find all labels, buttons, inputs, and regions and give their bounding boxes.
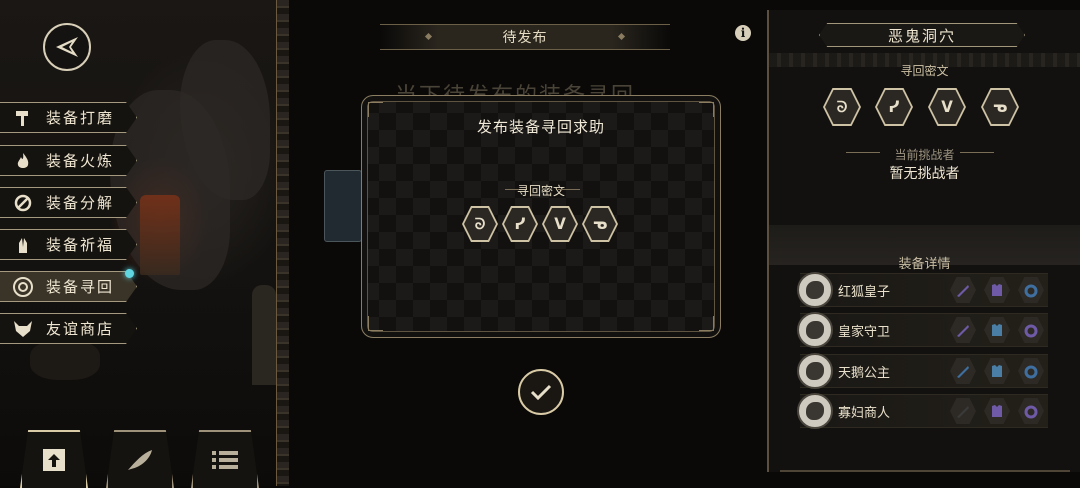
panel-divider <box>276 0 290 486</box>
menu-item-label: 装备寻回 <box>46 278 115 296</box>
feather-icon <box>128 450 152 470</box>
cipher-rune-1[interactable]: ᘐ <box>462 206 498 242</box>
frame-corner <box>699 102 714 117</box>
pending-banner: 待发布 <box>380 24 670 50</box>
checkmark-icon <box>530 384 552 401</box>
menu-item-disassemble[interactable]: 装备分解 <box>0 187 137 218</box>
cipher-rune-3[interactable]: ᐯ <box>542 206 578 242</box>
character-figure <box>252 285 276 385</box>
cipher-rune-2[interactable]: ᓯ <box>502 206 538 242</box>
target-icon <box>10 274 36 300</box>
fox-icon <box>10 316 36 342</box>
list-tab-button[interactable] <box>191 430 259 488</box>
info-icon[interactable]: i <box>735 25 751 41</box>
armor-slot-icon[interactable] <box>984 317 1010 343</box>
pending-label: 待发布 <box>502 30 548 46</box>
publish-modal: 发布装备寻回求助 寻回密文 ᘐ ᓯ ᐯ ᓀ <box>361 95 721 338</box>
menu-item-friend-shop[interactable]: 友谊商店 <box>0 313 137 344</box>
character-name: 红狐皇子 <box>838 285 891 300</box>
modal-cipher-label: 寻回密文 <box>516 184 565 198</box>
avatar <box>797 272 833 308</box>
break-icon <box>10 190 36 216</box>
menu-item-label: 装备打磨 <box>46 109 115 127</box>
divider-line <box>558 189 580 190</box>
equipment-row[interactable]: 天鹅公主 <box>797 353 1048 389</box>
character-name: 寡妇商人 <box>838 406 891 421</box>
panel-frame-bottom <box>780 430 1070 472</box>
menu-item-label: 装备分解 <box>46 194 115 212</box>
avatar <box>797 353 833 389</box>
menu-item-bless[interactable]: 装备祈福 <box>0 229 137 260</box>
rune-glyph: ᐯ <box>544 208 576 240</box>
feather-tab-button[interactable] <box>106 430 174 488</box>
ornament <box>424 32 433 41</box>
ring-slot-icon[interactable] <box>1018 277 1044 303</box>
rune-glyph: ᓯ <box>877 90 911 124</box>
rune-glyph: ᐯ <box>930 90 964 124</box>
rune-glyph: ᓀ <box>584 208 616 240</box>
frame-corner <box>699 316 714 331</box>
weapon-slot-icon[interactable] <box>950 398 976 424</box>
confirm-button[interactable] <box>518 369 564 415</box>
equipment-row[interactable]: 红狐皇子 <box>797 272 1048 308</box>
menu-item-polish[interactable]: 装备打磨 <box>0 102 137 133</box>
weapon-slot-icon[interactable] <box>950 358 976 384</box>
character-name: 皇家守卫 <box>838 325 891 340</box>
notification-dot <box>125 269 134 278</box>
equipment-row[interactable]: 皇家守卫 <box>797 312 1048 348</box>
back-button[interactable] <box>43 23 91 71</box>
flame-icon <box>10 148 36 174</box>
location-banner: 恶鬼洞穴 <box>819 23 1025 47</box>
ghost-card <box>324 170 362 242</box>
upload-doc-icon <box>43 449 65 471</box>
throne-figure <box>140 195 180 275</box>
back-arrow-icon <box>56 37 78 57</box>
hammer-icon <box>10 105 36 131</box>
location-title: 恶鬼洞穴 <box>887 26 956 45</box>
rune-glyph: ᓀ <box>983 90 1017 124</box>
rune-glyph: ᘐ <box>464 208 496 240</box>
character-figure <box>30 340 100 380</box>
publish-tab-button[interactable] <box>20 430 88 488</box>
menu-item-label: 友谊商店 <box>46 320 115 338</box>
avatar <box>797 393 833 429</box>
challenger-label: 当前挑战者 <box>894 148 955 162</box>
frame-corner <box>368 316 383 331</box>
menu-item-label: 装备祈福 <box>46 236 115 254</box>
challenger-value: 暂无挑战者 <box>889 166 960 182</box>
menu-item-label: 装备火炼 <box>46 152 115 170</box>
equipment-row[interactable]: 寡妇商人 <box>797 393 1048 429</box>
rune-glyph: ᓯ <box>504 208 536 240</box>
right-cipher-label: 寻回密文 <box>900 64 949 78</box>
divider-line <box>960 152 994 153</box>
cipher-rune-4[interactable]: ᓀ <box>582 206 618 242</box>
ring-slot-icon[interactable] <box>1018 358 1044 384</box>
armor-slot-icon[interactable] <box>984 398 1010 424</box>
weapon-slot-icon[interactable] <box>950 277 976 303</box>
ring-slot-icon[interactable] <box>1018 317 1044 343</box>
avatar <box>797 312 833 348</box>
rune-glyph: ᘐ <box>825 90 859 124</box>
ring-slot-icon[interactable] <box>1018 398 1044 424</box>
equipment-label: 装备详情 <box>898 257 951 272</box>
ornament <box>617 32 626 41</box>
armor-slot-icon[interactable] <box>984 277 1010 303</box>
weapon-slot-icon[interactable] <box>950 317 976 343</box>
menu-item-forge[interactable]: 装备火炼 <box>0 145 137 176</box>
modal-title: 发布装备寻回求助 <box>476 118 605 136</box>
character-name: 天鹅公主 <box>838 366 891 381</box>
list-icon <box>212 451 238 469</box>
frame-corner <box>368 102 383 117</box>
menu-item-retrieve[interactable]: 装备寻回 <box>0 271 137 302</box>
armor-slot-icon[interactable] <box>984 358 1010 384</box>
pray-icon <box>10 232 36 258</box>
